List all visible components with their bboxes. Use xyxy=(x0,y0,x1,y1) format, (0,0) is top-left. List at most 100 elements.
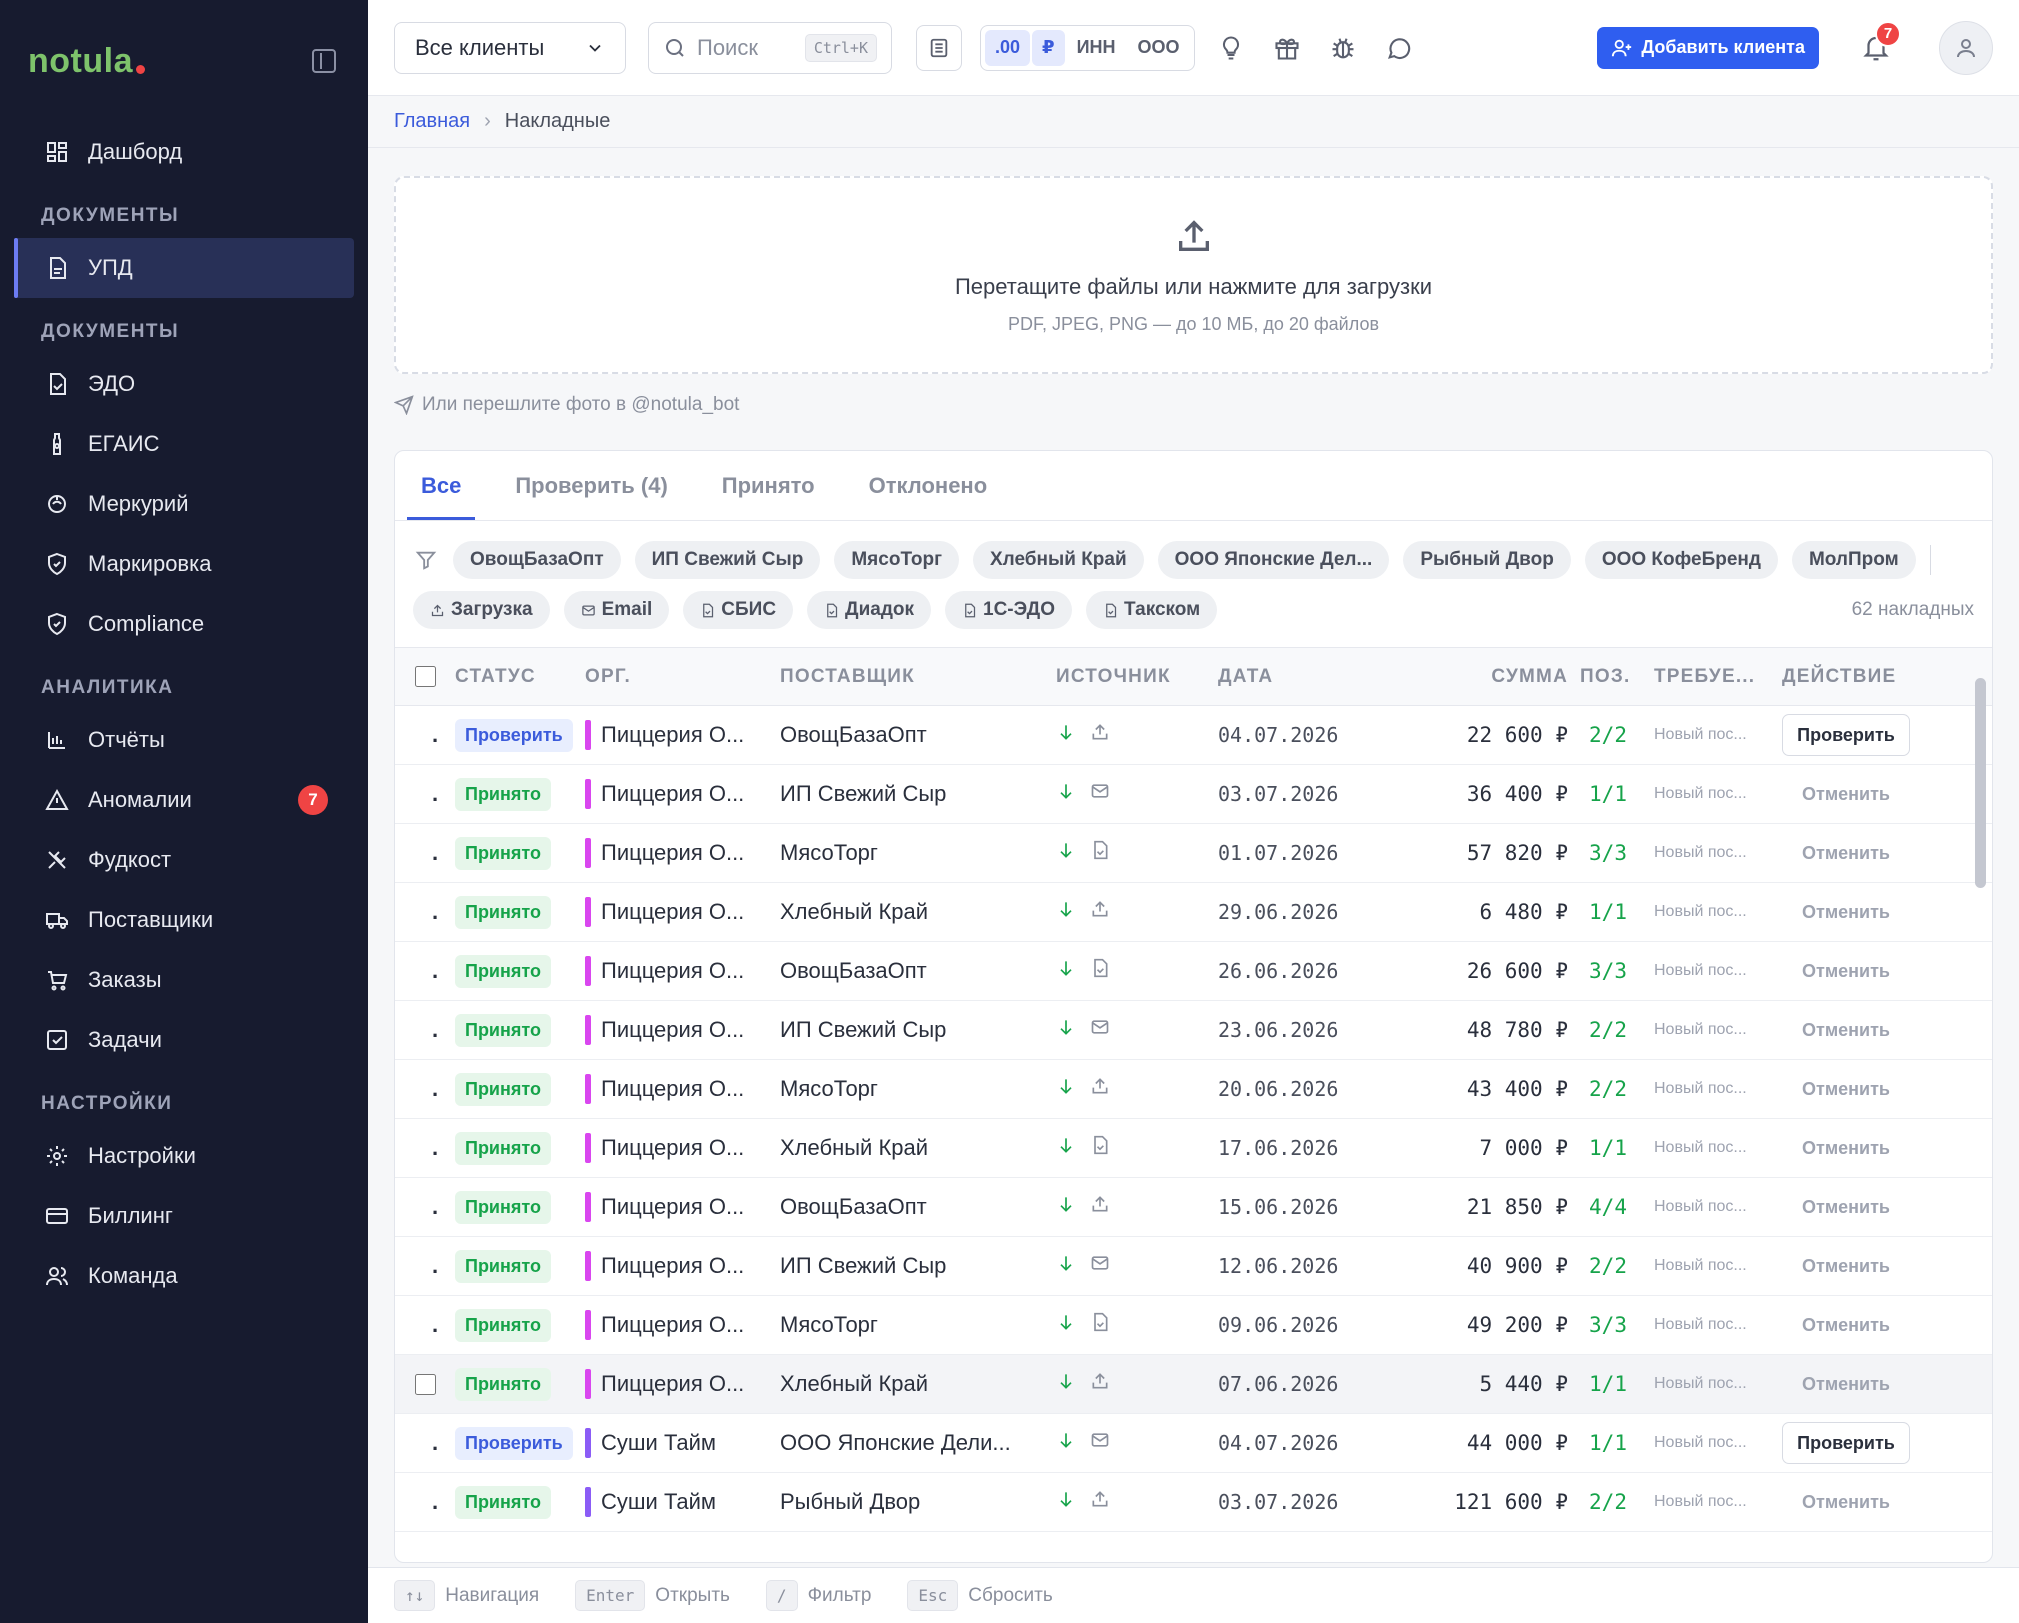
cancel-button[interactable]: Отменить xyxy=(1802,1138,1890,1159)
collapse-sidebar-icon[interactable] xyxy=(312,49,336,73)
source-chip[interactable]: СБИС xyxy=(683,591,794,629)
table-row[interactable]: . Принято Пиццерия О... ОвощБазаОпт 15.06.20… xyxy=(395,1178,1992,1237)
row-select-marker[interactable]: . xyxy=(432,1253,438,1279)
row-select-marker[interactable]: . xyxy=(432,1489,438,1515)
sidebar-item-alert[interactable]: Аномалии 7 xyxy=(14,770,354,830)
review-button[interactable]: Проверить xyxy=(1782,714,1910,756)
sidebar-item-bar-chart[interactable]: Отчёты xyxy=(14,710,354,770)
source-chip[interactable]: Загрузка xyxy=(413,591,550,629)
review-button[interactable]: Проверить xyxy=(1782,1422,1910,1464)
supplier-chip[interactable]: ООО КофеБренд xyxy=(1584,541,1778,579)
row-select-marker[interactable]: . xyxy=(432,1135,438,1161)
table-row[interactable]: . Принято Пиццерия О... ИП Свежий Сыр 03.07.… xyxy=(395,765,1992,824)
col-sum[interactable]: СУММА xyxy=(1418,666,1568,688)
upload-dropzone[interactable]: Перетащите файлы или нажмите для загрузк… xyxy=(394,176,1993,374)
cancel-button[interactable]: Отменить xyxy=(1802,1197,1890,1218)
col-org[interactable]: ОРГ. xyxy=(585,666,780,688)
select-all-checkbox[interactable] xyxy=(414,666,436,687)
add-client-button[interactable]: Добавить клиента xyxy=(1597,26,1819,69)
sidebar-item-cart[interactable]: Заказы xyxy=(14,950,354,1010)
sidebar-item-checkbox[interactable]: Задачи xyxy=(14,1010,354,1070)
row-select-marker[interactable]: . xyxy=(432,781,438,807)
supplier-chip[interactable]: Рыбный Двор xyxy=(1403,541,1571,579)
supplier-chip[interactable]: ООО Японские Дел... xyxy=(1157,541,1390,579)
sidebar-item-shield[interactable]: Маркировка xyxy=(14,534,354,594)
chat-icon[interactable] xyxy=(1379,28,1419,68)
sidebar-item-gear[interactable]: Настройки xyxy=(14,1126,354,1186)
col-required[interactable]: ТРЕБУЕ... xyxy=(1648,666,1776,688)
logo[interactable]: notula xyxy=(28,42,145,81)
table-row[interactable]: . Принято Пиццерия О... ИП Свежий Сыр 23.06.… xyxy=(395,1001,1992,1060)
sidebar-item-card[interactable]: Биллинг xyxy=(14,1186,354,1246)
source-chip[interactable]: Такском xyxy=(1086,591,1218,629)
client-select[interactable]: Все клиенты xyxy=(394,21,626,74)
table-scrollbar[interactable] xyxy=(1974,648,1986,1548)
source-chip[interactable]: 1С-ЭДО xyxy=(945,591,1072,629)
table-row[interactable]: . Принято Пиццерия О... ОвощБазаОпт 26.06.20… xyxy=(395,942,1992,1001)
tab-1[interactable]: Проверить (4) xyxy=(501,473,681,520)
cancel-button[interactable]: Отменить xyxy=(1802,843,1890,864)
row-select-marker[interactable]: . xyxy=(432,958,438,984)
tab-3[interactable]: Отклонено xyxy=(855,473,1002,520)
sidebar-item-dashboard[interactable]: Дашборд xyxy=(14,122,354,182)
supplier-chip[interactable]: ОвощБазаОпт xyxy=(453,541,621,579)
table-row[interactable]: . Принято Пиццерия О... ИП Свежий Сыр 12.06.… xyxy=(395,1237,1992,1296)
col-supplier[interactable]: ПОСТАВЩИК xyxy=(780,666,1056,688)
source-chip[interactable]: Email xyxy=(563,591,670,629)
scrollbar-thumb[interactable] xyxy=(1975,678,1986,888)
col-status[interactable]: СТАТУС xyxy=(455,666,585,688)
table-row[interactable]: . Принято Пиццерия О... Хлебный Край 17.06.2… xyxy=(395,1119,1992,1178)
cancel-button[interactable]: Отменить xyxy=(1802,1256,1890,1277)
table-row[interactable]: . Проверить Пиццерия О... ОвощБазаОпт 04.07.… xyxy=(395,706,1992,765)
col-date[interactable]: ДАТА xyxy=(1218,666,1418,688)
cancel-button[interactable]: Отменить xyxy=(1802,1374,1890,1395)
table-row[interactable]: . Принято Пиццерия О... Хлебный Край 29.06.2… xyxy=(395,883,1992,942)
table-row[interactable]: . Принято Суши Тайм Рыбный Двор 03.07.2026 12… xyxy=(395,1473,1992,1532)
cancel-button[interactable]: Отменить xyxy=(1802,1492,1890,1513)
avatar[interactable] xyxy=(1939,20,1993,75)
row-select-marker[interactable]: . xyxy=(432,1076,438,1102)
gift-icon[interactable] xyxy=(1267,28,1307,68)
sidebar-item-utensils[interactable]: Фудкост xyxy=(14,830,354,890)
format-toggle[interactable]: .00 xyxy=(985,29,1031,66)
row-select-marker[interactable]: . xyxy=(432,1194,438,1220)
row-select-marker[interactable]: . xyxy=(432,1017,438,1043)
col-source[interactable]: ИСТОЧНИК xyxy=(1056,666,1218,688)
tab-0[interactable]: Все xyxy=(407,473,476,520)
tab-2[interactable]: Принято xyxy=(708,473,829,520)
row-select-marker[interactable]: . xyxy=(432,840,438,866)
breadcrumb-home[interactable]: Главная xyxy=(394,110,470,133)
supplier-chip[interactable]: МолПром xyxy=(1791,541,1916,579)
row-select-marker[interactable]: . xyxy=(432,1430,438,1456)
format-toggle[interactable]: ИНН xyxy=(1067,30,1126,66)
view-toggle-button[interactable] xyxy=(916,24,962,71)
bug-icon[interactable] xyxy=(1323,28,1363,68)
lightbulb-icon[interactable] xyxy=(1211,28,1251,68)
cancel-button[interactable]: Отменить xyxy=(1802,784,1890,805)
row-select-marker[interactable]: . xyxy=(432,899,438,925)
row-checkbox[interactable] xyxy=(414,1373,436,1395)
row-select-marker[interactable]: . xyxy=(432,1312,438,1338)
sidebar-item-shield-check[interactable]: Compliance xyxy=(14,594,354,654)
cancel-button[interactable]: Отменить xyxy=(1802,961,1890,982)
sidebar-item-edo[interactable]: ЭДО xyxy=(14,354,354,414)
format-toggle[interactable]: ООО xyxy=(1128,30,1190,66)
search-input[interactable]: Поиск Ctrl+K xyxy=(648,21,892,74)
notifications-button[interactable]: 7 xyxy=(1851,20,1901,73)
col-pos[interactable]: ПОЗ. xyxy=(1568,666,1648,688)
table-row[interactable]: . Принято Пиццерия О... МясоТорг 01.07.2026 5… xyxy=(395,824,1992,883)
format-toggle[interactable]: ₽ xyxy=(1032,29,1065,66)
table-row[interactable]: . Принято Пиццерия О... МясоТорг 20.06.2026 4… xyxy=(395,1060,1992,1119)
sidebar-item-bottle[interactable]: ЕГАИС xyxy=(14,414,354,474)
sidebar-item-document[interactable]: УПД xyxy=(14,238,354,298)
sidebar-item-truck[interactable]: Поставщики xyxy=(14,890,354,950)
sidebar-item-mercury[interactable]: Меркурий xyxy=(14,474,354,534)
supplier-chip[interactable]: МясоТорг xyxy=(834,541,959,579)
sidebar-item-users[interactable]: Команда xyxy=(14,1246,354,1306)
cancel-button[interactable]: Отменить xyxy=(1802,1079,1890,1100)
row-select-marker[interactable]: . xyxy=(432,722,438,748)
table-row[interactable]: . Проверить Суши Тайм ООО Японские Дели... 0… xyxy=(395,1414,1992,1473)
cancel-button[interactable]: Отменить xyxy=(1802,1020,1890,1041)
supplier-chip[interactable]: ИП Свежий Сыр xyxy=(634,541,821,579)
supplier-chip[interactable]: Хлебный Край xyxy=(972,541,1144,579)
